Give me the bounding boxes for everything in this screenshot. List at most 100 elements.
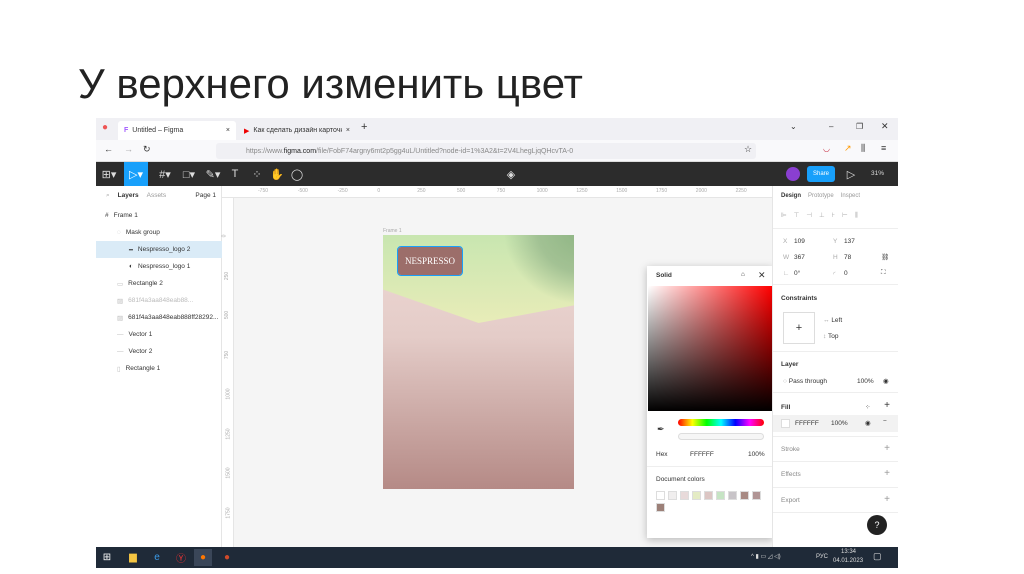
document-colors-label[interactable]: Document colors bbox=[656, 476, 705, 483]
firefox-icon[interactable]: ● bbox=[194, 549, 212, 566]
close-window-icon[interactable]: ✕ bbox=[881, 121, 889, 132]
eye-icon[interactable]: ◉ bbox=[865, 419, 871, 427]
x-input[interactable]: 109 bbox=[794, 238, 805, 245]
powerpoint-icon[interactable]: ● bbox=[218, 549, 236, 566]
add-stroke-icon[interactable]: + bbox=[884, 443, 890, 454]
restore-icon[interactable]: ❐ bbox=[856, 122, 863, 131]
radius-input[interactable]: 0 bbox=[844, 270, 848, 277]
pocket-icon[interactable]: ◡ bbox=[823, 144, 830, 153]
resources-icon[interactable]: ⁘ bbox=[246, 162, 268, 186]
minimize-icon[interactable]: – bbox=[829, 122, 833, 131]
layer-item[interactable]: — Vector 2 bbox=[96, 343, 222, 360]
yandex-browser-icon[interactable]: Ⓨ bbox=[172, 549, 190, 566]
layer-item[interactable]: ◌ Mask group bbox=[96, 224, 222, 241]
help-button[interactable]: ? bbox=[867, 515, 887, 535]
independent-corners-icon[interactable]: ⛶ bbox=[881, 269, 886, 277]
text-tool-icon[interactable]: T bbox=[224, 162, 246, 186]
nespresso-logo[interactable]: NESPRESSO bbox=[397, 246, 463, 276]
eyedropper-icon[interactable]: ✒ bbox=[657, 424, 665, 435]
styles-grid-icon[interactable]: ⁘ bbox=[865, 403, 870, 411]
shape-tool-icon[interactable]: □▾ bbox=[178, 162, 200, 186]
present-icon[interactable]: ▷ bbox=[840, 162, 862, 186]
color-format-dropdown[interactable]: Hex bbox=[656, 451, 668, 458]
tab-figma[interactable]: F Untitled – Figma × bbox=[118, 121, 236, 140]
rotation-input[interactable]: 0° bbox=[794, 270, 800, 277]
new-tab-button[interactable]: + bbox=[361, 121, 367, 133]
frame-1[interactable]: NESPRESSO bbox=[383, 235, 574, 489]
forward-icon[interactable]: → bbox=[124, 144, 133, 154]
tab-assets[interactable]: Assets bbox=[147, 192, 167, 200]
add-fill-icon[interactable]: + bbox=[884, 400, 890, 411]
language-indicator[interactable]: РУС bbox=[816, 554, 828, 560]
width-input[interactable]: 367 bbox=[794, 254, 805, 261]
edge-icon[interactable]: e bbox=[148, 549, 166, 566]
color-swatch[interactable] bbox=[668, 491, 677, 500]
avatar[interactable] bbox=[786, 167, 800, 181]
tab-youtube[interactable]: ▶ Как сделать дизайн карточки × bbox=[238, 121, 356, 140]
frame-label[interactable]: Frame 1 bbox=[383, 228, 402, 234]
layer-item[interactable]: ▯ Rectangle 1 bbox=[96, 360, 222, 377]
chevron-down-icon[interactable]: ⌄ bbox=[790, 122, 797, 131]
fill-type-dropdown[interactable]: Solid bbox=[656, 272, 672, 279]
styles-icon[interactable]: ⌂ bbox=[741, 271, 745, 278]
constrain-proportions-icon[interactable]: ⛓ bbox=[881, 253, 889, 261]
layer-item[interactable]: — Vector 1 bbox=[96, 326, 222, 343]
comment-tool-icon[interactable]: ◯ bbox=[286, 162, 308, 186]
layer-item-selected[interactable]: ━ Nespresso_logo 2 bbox=[96, 241, 222, 258]
hex-input[interactable]: FFFFFF bbox=[690, 451, 714, 458]
component-icon[interactable]: ◈ bbox=[500, 162, 522, 186]
color-swatch[interactable] bbox=[656, 491, 665, 500]
search-icon[interactable]: ⌕ bbox=[106, 192, 110, 200]
color-swatch[interactable] bbox=[716, 491, 725, 500]
bookmark-star-icon[interactable]: ☆ bbox=[744, 144, 752, 155]
color-swatch[interactable] bbox=[680, 491, 689, 500]
layer-item[interactable]: ◐ Nespresso_logo 1 bbox=[96, 258, 222, 275]
remove-fill-icon[interactable]: − bbox=[883, 418, 887, 425]
add-effect-icon[interactable]: + bbox=[884, 468, 890, 479]
frame-tool-icon[interactable]: #▾ bbox=[154, 162, 176, 186]
url-input[interactable]: https://www. figma.com/file/FobF74argny6m… bbox=[216, 143, 756, 159]
file-explorer-icon[interactable]: ▆ bbox=[124, 549, 142, 566]
color-swatch[interactable] bbox=[692, 491, 701, 500]
move-tool-icon[interactable]: ▷▾ bbox=[124, 162, 148, 186]
main-menu-icon[interactable]: ⊞▾ bbox=[98, 162, 120, 186]
close-icon[interactable]: ✕ bbox=[758, 270, 766, 281]
clock-time[interactable]: 13:34 bbox=[841, 549, 856, 555]
eye-icon[interactable]: ◉ bbox=[883, 377, 889, 385]
layer-item[interactable]: ▭ Rectangle 2 bbox=[96, 275, 222, 292]
zoom-dropdown[interactable]: 31% bbox=[871, 170, 884, 177]
close-icon[interactable]: × bbox=[226, 127, 230, 134]
windows-start-icon[interactable]: ⊞ bbox=[98, 549, 116, 566]
color-swatch[interactable] bbox=[656, 503, 665, 512]
tab-prototype[interactable]: Prototype bbox=[808, 193, 834, 199]
height-input[interactable]: 78 bbox=[844, 254, 851, 261]
tab-layers[interactable]: Layers bbox=[118, 192, 139, 200]
tray-icons[interactable]: ^ ▮ ▭ ◿ ◁) bbox=[751, 553, 781, 560]
align-tools[interactable]: ⊫⊤⊣⊥⊦⊢⫼ bbox=[781, 211, 865, 220]
fill-swatch[interactable] bbox=[781, 419, 790, 428]
saturation-area[interactable] bbox=[648, 286, 772, 411]
back-icon[interactable]: ← bbox=[104, 144, 113, 154]
fill-opacity-input[interactable]: 100% bbox=[831, 420, 848, 427]
tab-design[interactable]: Design bbox=[781, 193, 801, 199]
layer-item[interactable]: ▨ 681f4a3aa848eab888ff28292... bbox=[96, 309, 222, 326]
hand-tool-icon[interactable]: ✋ bbox=[266, 162, 288, 186]
layer-item[interactable]: # Frame 1 bbox=[96, 207, 222, 224]
tab-inspect[interactable]: Inspect bbox=[841, 193, 860, 199]
constraints-widget[interactable]: + bbox=[783, 312, 815, 344]
library-icon[interactable]: ⫼ bbox=[861, 143, 865, 154]
color-swatch[interactable] bbox=[728, 491, 737, 500]
opacity-slider[interactable] bbox=[678, 433, 764, 440]
share-button[interactable]: Share bbox=[807, 166, 835, 182]
opacity-input[interactable]: 100% bbox=[748, 451, 765, 458]
horizontal-constraint-dropdown[interactable]: Left bbox=[831, 317, 842, 324]
blend-mode-dropdown[interactable]: Pass through bbox=[789, 378, 827, 385]
pen-tool-icon[interactable]: ✎▾ bbox=[202, 162, 224, 186]
extension-icon[interactable]: ↗ bbox=[844, 143, 852, 154]
hue-slider[interactable] bbox=[678, 419, 764, 426]
menu-icon[interactable]: ≡ bbox=[881, 143, 886, 153]
reload-icon[interactable]: ↻ bbox=[143, 144, 151, 155]
color-swatch[interactable] bbox=[752, 491, 761, 500]
color-swatch[interactable] bbox=[704, 491, 713, 500]
layer-item-hidden[interactable]: ▨ 681f4a3aa848eab88... bbox=[96, 292, 222, 309]
